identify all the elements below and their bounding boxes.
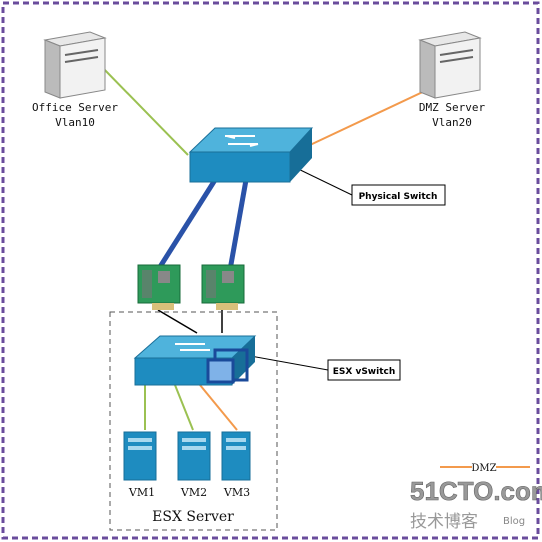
legend-dmz-label: DMZ — [471, 463, 496, 474]
vswitch-icon — [133, 335, 257, 386]
uplink-2 — [227, 179, 249, 271]
vm3-icon — [221, 431, 251, 481]
physical-switch-label: Physical Switch — [359, 192, 438, 202]
dmz-vlan-label: Vlan20 — [432, 116, 472, 129]
esx-server-label: ESX Server — [152, 509, 234, 525]
nic-card-icon — [137, 264, 181, 310]
dmz-server-label: DMZ Server — [419, 101, 486, 114]
vm3-label: VM3 — [223, 486, 250, 499]
nic-card-icon — [201, 264, 245, 310]
office-vlan-label: Vlan10 — [55, 116, 95, 129]
vm3-link — [199, 384, 238, 431]
physical-switch-icon — [188, 127, 314, 183]
vm2-label: VM2 — [180, 486, 207, 499]
network-diagram: Office Server Vlan10 DMZ Server Vlan20 P… — [1, 1, 542, 540]
office-server-icon — [43, 31, 107, 99]
vm1-icon — [123, 431, 157, 481]
watermark-logo: 51CTO.com — [410, 476, 542, 506]
uplink-1 — [155, 178, 218, 272]
office-server-label: Office Server — [32, 101, 118, 114]
nic1-link — [157, 309, 198, 334]
dmz-server-icon — [418, 31, 482, 99]
vm2-link — [174, 384, 194, 431]
watermark-blog: Blog — [503, 516, 525, 527]
watermark-subtitle: 技术博客 — [410, 512, 478, 532]
vswitch-callout — [244, 354, 329, 371]
vm2-icon — [177, 431, 211, 481]
vm1-label: VM1 — [128, 486, 155, 499]
esx-vswitch-label: ESX vSwitch — [333, 367, 396, 377]
